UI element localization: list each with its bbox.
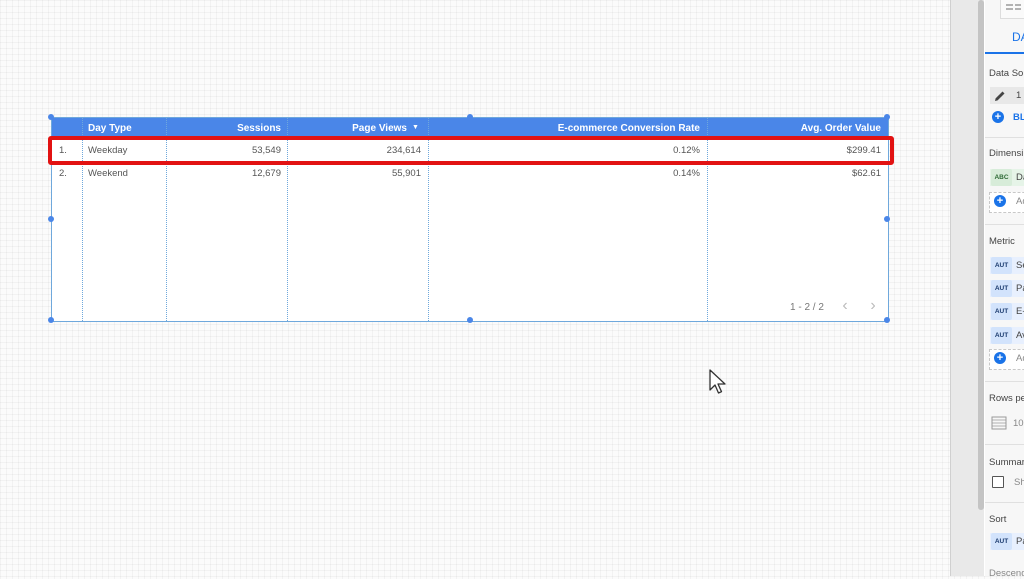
column-header-avg-order-value[interactable]: Avg. Order Value — [710, 118, 881, 138]
row-index: 2. — [59, 168, 67, 179]
active-tab-indicator — [985, 52, 1024, 54]
cell-conversion-rate: 0.14% — [673, 168, 700, 179]
blend-data-link[interactable]: BL — [1013, 112, 1024, 123]
show-summary-checkbox[interactable] — [992, 476, 1004, 488]
add-dimension-icon[interactable]: + — [994, 195, 1006, 207]
resize-handle[interactable] — [467, 114, 473, 120]
dimension-type-badge: ABC — [991, 169, 1012, 186]
descending-label: Descend — [989, 568, 1024, 579]
data-source-value: 1 — [1016, 90, 1022, 101]
metric-label: Metric — [989, 236, 1015, 247]
metric-type-badge: AUT — [991, 280, 1012, 297]
section-divider — [985, 224, 1024, 225]
report-canvas[interactable]: Day Type Sessions Page Views ▼ E-commerc… — [0, 0, 950, 576]
section-divider — [985, 444, 1024, 445]
edit-pencil-icon[interactable] — [993, 89, 1007, 103]
resize-handle[interactable] — [467, 317, 473, 323]
layout-icon[interactable] — [1000, 0, 1024, 19]
sort-chip-text: Pa — [1016, 536, 1024, 547]
column-header-page-views[interactable]: Page Views — [292, 118, 407, 138]
column-header-sessions[interactable]: Sessions — [170, 118, 281, 138]
cell-day-type: Weekend — [88, 168, 128, 179]
resize-handle[interactable] — [48, 114, 54, 120]
pagination-label: 1 - 2 / 2 — [790, 302, 824, 313]
metric-type-badge: AUT — [991, 303, 1012, 320]
data-source-label: Data Sou — [989, 68, 1024, 79]
highlight-annotation-box — [48, 136, 894, 165]
next-page-icon[interactable]: › — [866, 298, 880, 314]
metric-chip-text: Av — [1016, 330, 1024, 341]
table-rows-icon — [991, 416, 1007, 430]
add-metric-icon[interactable]: + — [994, 352, 1006, 364]
rows-per-page-value[interactable]: 10 — [1013, 418, 1024, 429]
tab-data[interactable]: DA — [1012, 30, 1024, 44]
resize-handle[interactable] — [48, 317, 54, 323]
show-summary-label: Sh — [1014, 477, 1024, 488]
sort-label: Sort — [989, 514, 1007, 525]
panel-scrollbar[interactable] — [978, 0, 984, 510]
metric-chip-text: Se — [1016, 260, 1024, 271]
dimension-chip-text: Da — [1016, 172, 1024, 183]
metric-type-badge: AUT — [991, 327, 1012, 344]
column-header-day-type[interactable]: Day Type — [88, 118, 132, 138]
sort-type-badge: AUT — [991, 533, 1012, 550]
cell-sessions: 12,679 — [251, 168, 281, 179]
add-dimension-label: Ad — [1016, 196, 1024, 207]
prev-page-icon[interactable]: ‹ — [838, 298, 852, 314]
section-divider — [985, 137, 1024, 138]
section-divider — [985, 502, 1024, 503]
table-header: Day Type Sessions Page Views ▼ E-commerc… — [52, 118, 888, 138]
add-metric-label: Ad — [1016, 353, 1024, 364]
resize-handle[interactable] — [884, 114, 890, 120]
metric-chip-text: Pa — [1016, 283, 1024, 294]
mouse-pointer-icon — [709, 369, 726, 394]
metric-type-badge: AUT — [991, 257, 1012, 274]
sort-desc-icon[interactable]: ▼ — [412, 117, 419, 137]
dimension-label: Dimensi — [989, 148, 1024, 159]
cell-page-views: 55,901 — [391, 168, 421, 179]
cell-avg-order-value: $62.61 — [851, 168, 881, 179]
column-header-conversion-rate[interactable]: E-commerce Conversion Rate — [432, 118, 700, 138]
rows-per-page-label: Rows pe — [989, 393, 1024, 404]
resize-handle[interactable] — [884, 216, 890, 222]
summary-label: Summar — [989, 457, 1024, 468]
resize-handle[interactable] — [884, 317, 890, 323]
resize-handle[interactable] — [48, 216, 54, 222]
section-divider — [985, 381, 1024, 382]
add-blend-icon[interactable]: + — [992, 111, 1004, 123]
metric-chip-text: E- — [1016, 306, 1024, 317]
